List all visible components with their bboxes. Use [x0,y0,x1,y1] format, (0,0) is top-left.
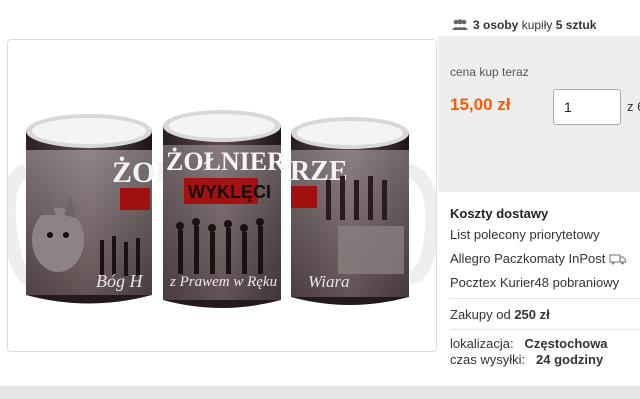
buyers-count: 3 osoby [473,18,519,32]
shipping-option-paczkomaty: Allegro Paczkomaty InPost [450,251,627,266]
dispatch-time-line: czas wysyłki: 24 godziny [450,352,604,367]
price-label: cena kup teraz [450,65,529,79]
product-image[interactable]: ŻOŁ Bóg H ŻOŁNIERZE WYKLĘCI z Prawem w R… [7,39,437,352]
quantity-input[interactable] [553,89,621,125]
buyers-verb: kupiły [521,18,553,32]
shipping-title: Koszty dostawy [450,206,549,221]
buyers-info: 3 osoby kupiły 5 sztuk [452,18,596,32]
shipping-option-list: List polecony priorytetowy [450,227,600,242]
svg-text:RZE: RZE [290,156,348,187]
svg-text:z Prawem w Ręku: z Prawem w Ręku [169,274,277,290]
quantity-available: z 6 [627,99,640,114]
delivery-truck-icon [609,253,627,264]
mugs-illustration: ŻOŁ Bóg H ŻOŁNIERZE WYKLĘCI z Prawem w R… [8,40,436,351]
bottom-strip [0,386,640,399]
mug-motto: Bóg H [96,271,143,291]
dispatch-time: 24 godziny [536,352,604,367]
free-shipping-threshold: Zakupy od 250 zł [450,307,550,322]
buyers-qty: 5 sztuk [555,18,597,32]
mug-title-line2: WYKLĘCI [188,182,271,202]
location-city: Częstochowa [524,336,608,351]
users-icon [452,19,468,30]
price-value: 15,00 zł [450,95,511,114]
divider [450,298,640,299]
location-line: lokalizacja: Częstochowa [450,336,608,351]
svg-text:Wiara: Wiara [308,272,350,291]
mug-left: ŻOŁ Bóg H [8,114,175,304]
shipping-option-pocztex: Pocztex Kurier48 pobraniowy [450,275,620,290]
divider [450,329,640,330]
